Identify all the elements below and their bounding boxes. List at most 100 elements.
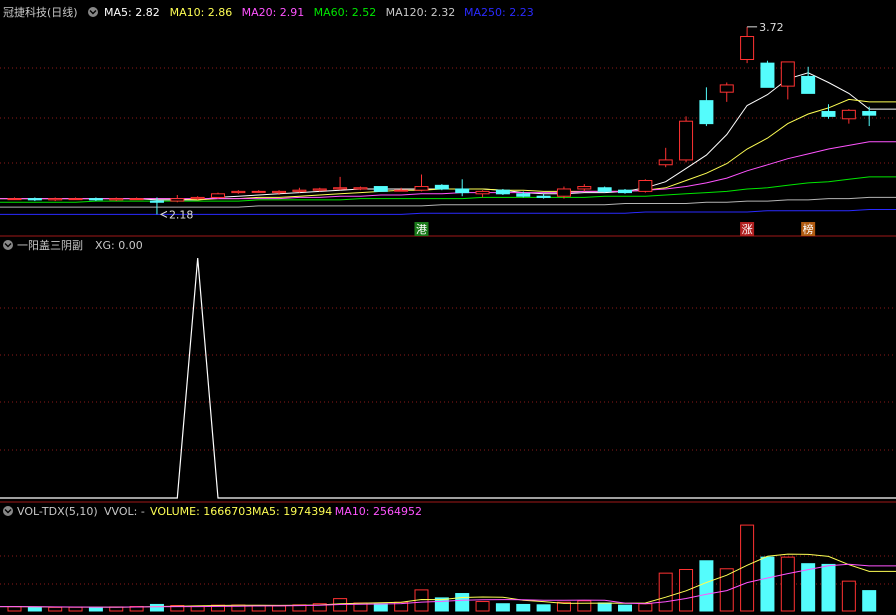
candle-body xyxy=(740,36,755,61)
candle-body xyxy=(7,198,22,201)
volume-bar xyxy=(495,603,510,612)
low-price-label: 2.18 xyxy=(169,208,194,221)
candle-body xyxy=(679,120,694,161)
candle-body xyxy=(373,186,388,192)
candle-body xyxy=(638,179,653,192)
candle-body xyxy=(658,159,673,166)
ma-legend-item: MA60: 2.52 xyxy=(314,6,377,19)
volume-bar xyxy=(516,603,531,612)
volume-bar xyxy=(455,593,470,612)
volume-bar xyxy=(862,590,877,612)
candle-body xyxy=(699,100,714,125)
candle-body xyxy=(88,198,103,201)
chart-canvas[interactable]: 冠捷科技(日线) MA5: 2.82 MA10: 2.86 MA20: 2.91 MA… xyxy=(0,0,896,615)
candle-body xyxy=(353,187,368,190)
volume-legend-item: MA10: 2564952 xyxy=(335,505,422,518)
candle-body xyxy=(394,189,409,192)
candle-body xyxy=(821,111,836,117)
candle xyxy=(760,60,775,88)
volume-bar xyxy=(373,603,388,612)
volume-bar xyxy=(597,602,612,612)
candle-body xyxy=(27,198,42,201)
event-marker[interactable]: 港 xyxy=(414,222,429,236)
candle-body xyxy=(841,109,856,120)
volume-panel-title: VOL-TDX(5,10) xyxy=(17,505,98,518)
candle-body xyxy=(719,84,734,93)
candle-body xyxy=(597,187,612,192)
volume-bar xyxy=(658,572,673,612)
volume-bar xyxy=(699,560,714,612)
volume-bar xyxy=(841,580,856,612)
candle-body xyxy=(251,190,266,193)
volume-bar xyxy=(638,603,653,612)
volume-bar xyxy=(475,601,490,612)
chevron-down-circle-icon[interactable] xyxy=(88,7,98,17)
candle-body xyxy=(516,193,531,197)
candle-body xyxy=(475,190,490,195)
candle-body xyxy=(760,62,775,88)
volume-bar xyxy=(68,606,83,612)
price-panel-title: 冠捷科技(日线) xyxy=(3,5,78,19)
volume-bar xyxy=(780,556,795,612)
volume-bar xyxy=(149,603,164,612)
event-marker-text: 港 xyxy=(416,223,427,236)
candle-body xyxy=(333,187,348,190)
candle xyxy=(597,186,612,193)
volume-bar xyxy=(577,600,592,612)
indicator-value-label: XG: 0.00 xyxy=(95,239,143,252)
candle xyxy=(211,192,225,199)
indicator-panel-header: 一阳盖三阴副 XG: 0.00 xyxy=(3,238,143,252)
volume-legend: VOLUME: 1666703 MA5: 1974394 MA10: 2564952 xyxy=(150,505,422,518)
candle-body xyxy=(414,186,429,191)
volume-legend-item: MA5: 1974394 xyxy=(252,505,332,518)
candle-body xyxy=(211,193,225,198)
candle-body xyxy=(272,190,287,194)
ma-legend-item: MA20: 2.91 xyxy=(242,6,305,19)
candle xyxy=(373,186,388,192)
candle-body xyxy=(292,189,307,192)
volume-bar xyxy=(536,604,551,612)
candle-body xyxy=(862,111,877,116)
volume-bar xyxy=(618,604,632,612)
candle xyxy=(638,179,653,193)
indicator-panel-toggle[interactable] xyxy=(3,240,13,250)
volume-panel-header: VOL-TDX(5,10) VVOL: - VOLUME: 1666703 MA5… xyxy=(3,505,422,518)
candle-body xyxy=(495,189,510,195)
volume-bar xyxy=(272,605,287,612)
candle-body xyxy=(556,188,571,197)
candle-body xyxy=(48,198,63,201)
ma-legend-item: MA250: 2.23 xyxy=(464,6,534,19)
volume-bar xyxy=(7,606,22,612)
candle-body xyxy=(618,189,632,194)
candle-body xyxy=(149,200,164,203)
chevron-down-circle-icon xyxy=(3,240,13,250)
volume-bar xyxy=(27,606,42,612)
candle-body xyxy=(780,61,795,87)
volume-bar xyxy=(760,556,775,612)
indicator-panel-title: 一阳盖三阴副 xyxy=(17,238,83,252)
ma-legend-item: MA10: 2.86 xyxy=(170,6,233,19)
candle-body xyxy=(455,188,470,194)
candle xyxy=(679,116,694,163)
volume-legend-item: VOLUME: 1666703 xyxy=(150,505,252,518)
candle-body xyxy=(312,188,327,191)
candle-body xyxy=(577,186,592,190)
high-price-label: 3.72 xyxy=(759,21,784,34)
event-marker[interactable]: 榜 xyxy=(801,222,816,236)
candle-body xyxy=(801,75,816,94)
vvol-label: VVOL: - xyxy=(104,505,145,518)
candle-body xyxy=(170,198,185,202)
chevron-down-circle-icon xyxy=(3,506,13,516)
volume-bar xyxy=(821,563,836,612)
volume-panel-toggle[interactable] xyxy=(3,506,13,516)
event-marker[interactable]: 涨 xyxy=(740,222,755,236)
candle-body xyxy=(68,198,83,201)
event-marker-text: 涨 xyxy=(742,223,753,236)
volume-bar xyxy=(48,606,63,612)
candle-body xyxy=(129,198,144,201)
event-marker-text: 榜 xyxy=(803,222,814,236)
candle xyxy=(618,188,632,194)
candle-body xyxy=(434,184,449,190)
candle-body xyxy=(109,198,124,201)
volume-bar xyxy=(679,569,694,612)
